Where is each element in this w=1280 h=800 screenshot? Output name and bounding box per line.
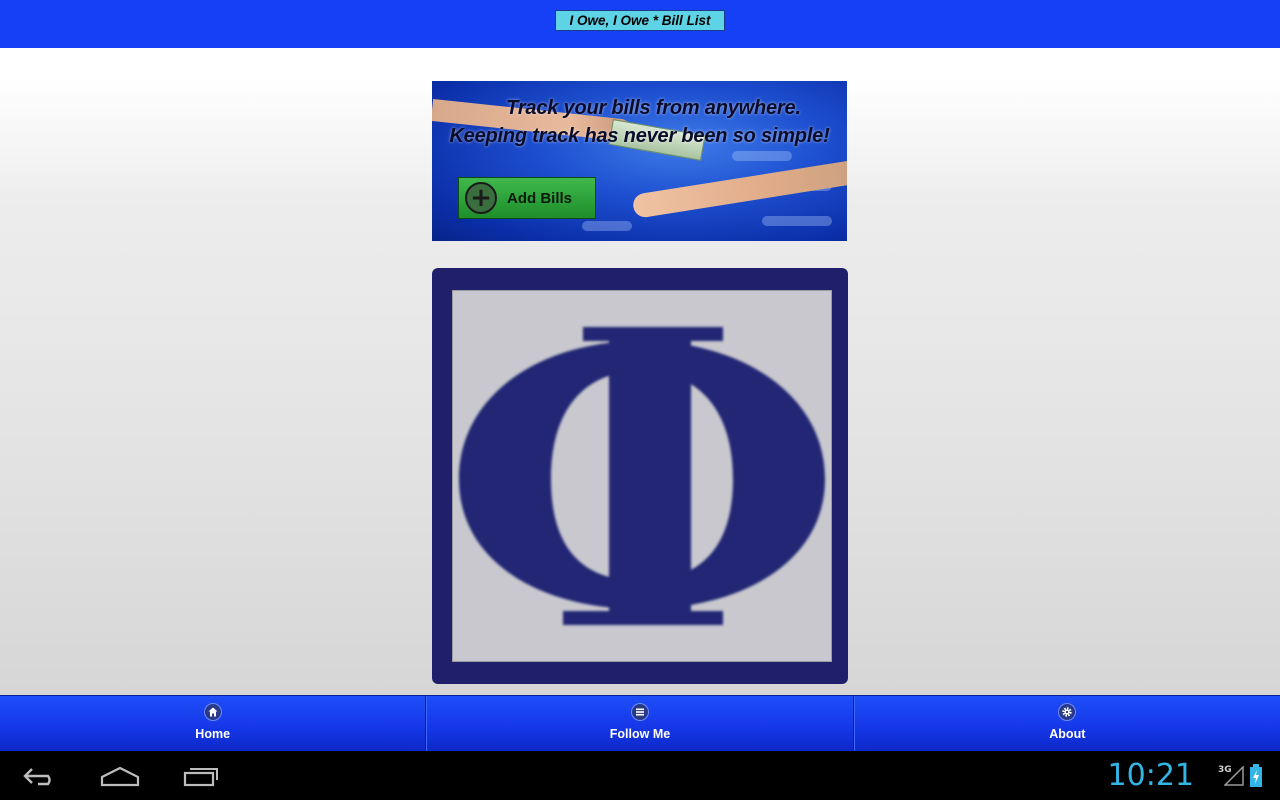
home-icon: [203, 703, 222, 721]
add-bills-button[interactable]: + Add Bills: [458, 177, 596, 219]
tab-about[interactable]: About: [853, 696, 1280, 752]
tab-about-label: About: [1049, 727, 1086, 741]
home-nav-button[interactable]: [100, 765, 140, 787]
battery-charging-icon: [1250, 764, 1262, 787]
back-button[interactable]: [22, 765, 58, 787]
page-title: I Owe, I Owe * Bill List: [555, 10, 725, 31]
phi-logo: [432, 268, 848, 684]
status-clock: 10:21: [1107, 758, 1194, 793]
app-header: I Owe, I Owe * Bill List: [0, 0, 1280, 48]
tab-home-label: Home: [195, 727, 231, 741]
tab-follow-me[interactable]: Follow Me: [426, 696, 854, 752]
banner-headline: Track your bills from anywhere.: [506, 97, 801, 119]
recent-apps-icon: [183, 768, 218, 787]
back-arrow-icon: [23, 768, 51, 786]
signal-icon: [1224, 766, 1244, 786]
banner-subline: Keeping track has never been so simple!: [449, 125, 830, 147]
add-bills-label: Add Bills: [507, 189, 573, 207]
logo-inner-panel: [452, 290, 832, 662]
tab-follow-me-label: Follow Me: [609, 727, 671, 741]
menu-lines-icon: [630, 703, 649, 721]
gear-icon: [1058, 703, 1077, 721]
system-navigation-bar: [0, 751, 1280, 800]
phi-symbol-icon: [459, 327, 825, 625]
recent-apps-button[interactable]: [182, 765, 220, 787]
home-outline-icon: [100, 766, 140, 787]
bottom-tab-bar: Home Follow Me About: [0, 695, 1280, 752]
tab-home[interactable]: Home: [0, 696, 427, 752]
receiving-hand-image: [631, 159, 847, 219]
plus-circle-icon: +: [465, 182, 497, 214]
